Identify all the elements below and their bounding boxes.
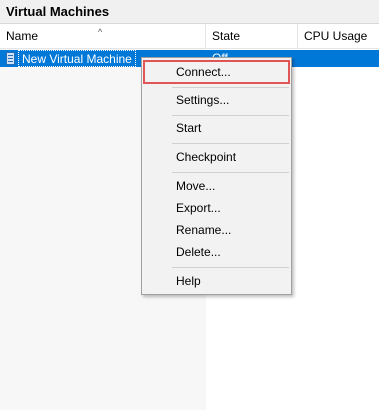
column-header-state[interactable]: State: [206, 24, 298, 48]
column-header-name[interactable]: Name ^: [0, 24, 206, 48]
column-header-row: Name ^ State CPU Usage: [0, 24, 379, 49]
vm-icon: [6, 52, 15, 65]
column-header-cpu-usage[interactable]: CPU Usage: [298, 24, 379, 48]
panel-title: Virtual Machines: [0, 0, 379, 24]
menu-item-export[interactable]: Export...: [144, 197, 289, 219]
menu-item-move[interactable]: Move...: [144, 175, 289, 197]
menu-item-connect[interactable]: Connect...: [143, 60, 290, 84]
menu-separator: [172, 143, 289, 144]
sort-ascending-icon: ^: [98, 27, 103, 37]
menu-item-settings[interactable]: Settings...: [144, 89, 289, 111]
column-header-name-label: Name: [6, 29, 39, 43]
menu-item-start[interactable]: Start: [144, 117, 289, 139]
menu-separator: [172, 87, 289, 88]
context-menu: Connect... Settings... Start Checkpoint …: [141, 57, 292, 295]
menu-item-help[interactable]: Help: [144, 270, 289, 292]
vm-name: New Virtual Machine: [18, 50, 136, 67]
menu-separator: [172, 172, 289, 173]
menu-item-rename[interactable]: Rename...: [144, 219, 289, 241]
menu-item-checkpoint[interactable]: Checkpoint: [144, 146, 289, 168]
menu-separator: [172, 115, 289, 116]
menu-separator: [172, 267, 289, 268]
menu-item-delete[interactable]: Delete...: [144, 241, 289, 263]
